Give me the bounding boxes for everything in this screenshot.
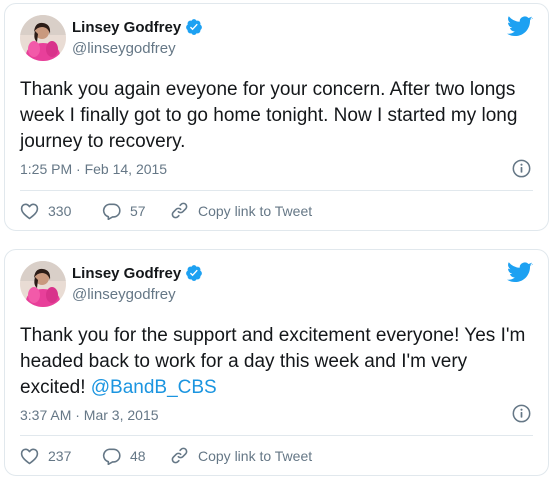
copy-link-button[interactable]: Copy link to Tweet <box>170 446 312 465</box>
heart-icon <box>20 202 39 219</box>
twitter-bird-icon[interactable] <box>507 262 533 284</box>
tweet-card[interactable]: Linsey Godfrey @linseygodfrey Thank you … <box>4 3 549 231</box>
tweet-card[interactable]: Linsey Godfrey @linseygodfrey Thank you … <box>4 249 549 476</box>
reply-button[interactable]: 48 <box>102 447 170 465</box>
info-icon[interactable] <box>512 159 531 178</box>
tweet-actions: 330 57 Copy link to Tweet <box>20 201 312 220</box>
avatar[interactable] <box>20 15 66 61</box>
mention-link[interactable]: @BandB_CBS <box>91 377 217 398</box>
avatar[interactable] <box>20 261 66 307</box>
verified-badge-icon <box>185 264 203 282</box>
copy-link-label: Copy link to Tweet <box>198 202 313 219</box>
reply-count: 57 <box>130 202 146 219</box>
like-button[interactable]: 237 <box>20 447 102 465</box>
link-icon <box>171 202 188 219</box>
divider <box>20 190 533 191</box>
author-handle[interactable]: @linseygodfrey <box>72 40 176 57</box>
copy-link-label: Copy link to Tweet <box>198 447 313 464</box>
tweet-text: Thank you again eveyone for your concern… <box>20 79 518 152</box>
like-count: 237 <box>48 447 72 464</box>
author-name-row[interactable]: Linsey Godfrey <box>72 264 203 282</box>
reply-bubble-icon <box>102 202 121 220</box>
author-handle[interactable]: @linseygodfrey <box>72 286 176 303</box>
reply-button[interactable]: 57 <box>102 202 170 220</box>
link-icon <box>171 447 188 464</box>
heart-icon <box>20 447 39 464</box>
tweet-actions: 237 48 Copy link to Tweet <box>20 446 312 465</box>
tweet-timestamp[interactable]: 3:37 AM · Mar 3, 2015 <box>20 407 159 423</box>
reply-count: 48 <box>130 447 146 464</box>
author-name-row[interactable]: Linsey Godfrey <box>72 18 203 36</box>
copy-link-button[interactable]: Copy link to Tweet <box>170 201 312 220</box>
tweet-timestamp[interactable]: 1:25 PM · Feb 14, 2015 <box>20 161 167 177</box>
verified-badge-icon <box>185 18 203 36</box>
like-count: 330 <box>48 202 72 219</box>
twitter-bird-icon[interactable] <box>507 16 533 38</box>
author-name[interactable]: Linsey Godfrey <box>72 265 181 282</box>
info-icon[interactable] <box>512 404 531 423</box>
reply-bubble-icon <box>102 447 121 465</box>
like-button[interactable]: 330 <box>20 202 102 220</box>
tweet-text: Thank you for the support and excitement… <box>20 323 535 401</box>
author-name[interactable]: Linsey Godfrey <box>72 19 181 36</box>
divider <box>20 435 533 436</box>
